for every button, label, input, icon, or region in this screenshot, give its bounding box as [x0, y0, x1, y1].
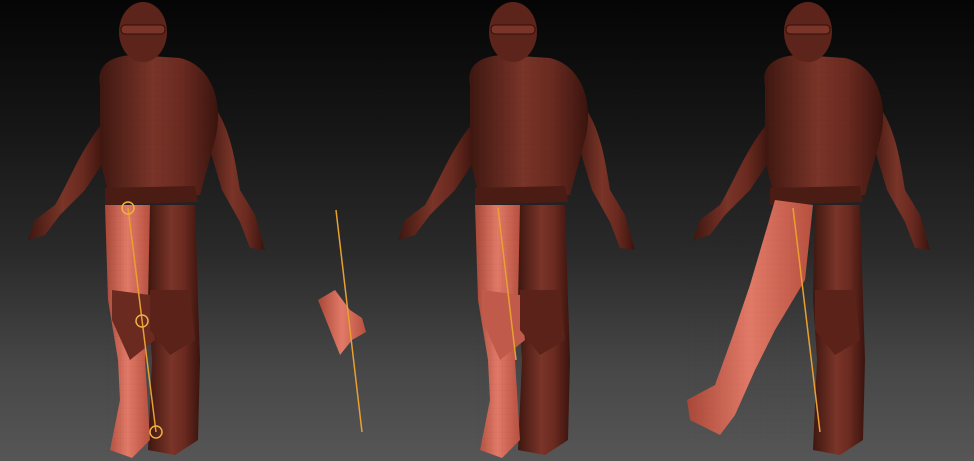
goggles — [490, 24, 536, 35]
3d-viewport[interactable] — [0, 0, 974, 461]
figure-2[interactable] — [398, 2, 635, 458]
detached-piece[interactable] — [318, 209, 366, 433]
goggles — [785, 24, 831, 35]
belt — [475, 186, 568, 205]
leg-fragment — [318, 290, 366, 355]
goggles — [120, 24, 166, 35]
left-arm — [398, 120, 475, 240]
figure-3[interactable] — [685, 2, 930, 455]
belt — [105, 186, 198, 205]
sculpt-scene — [28, 2, 930, 458]
figure-1[interactable] — [28, 2, 265, 458]
left-arm — [28, 120, 105, 240]
